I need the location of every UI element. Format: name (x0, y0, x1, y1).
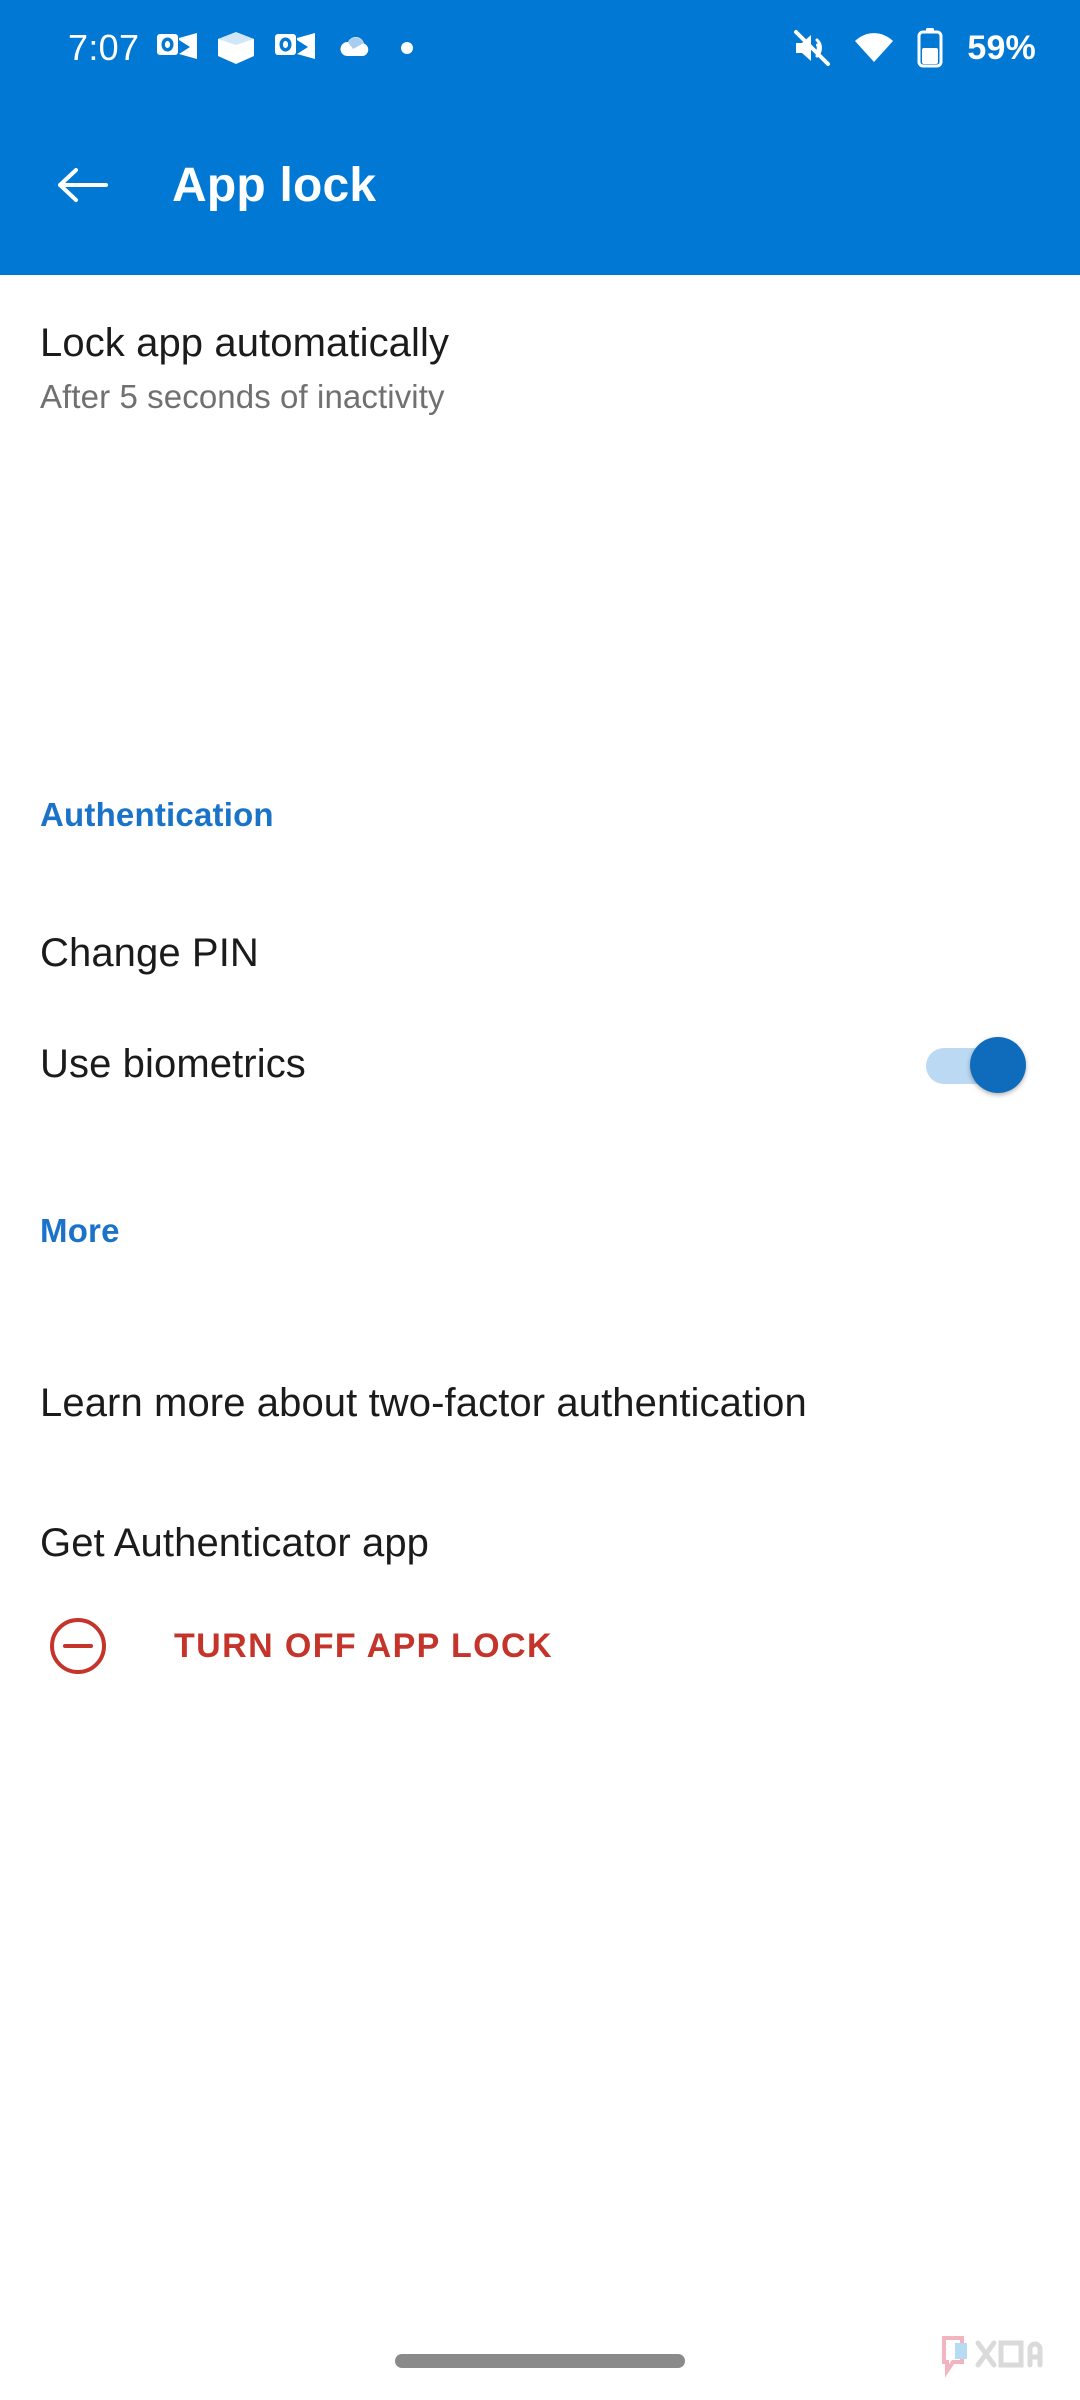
wifi-icon (855, 32, 894, 62)
setting-row-auto-lock[interactable]: Lock app automatically After 5 seconds o… (0, 320, 1080, 440)
page-title: App lock (172, 158, 377, 212)
get-authenticator-text: Get Authenticator app (40, 1520, 1036, 1567)
status-bar: 7:07 59% (0, 0, 1080, 95)
status-bar-clock: 7:07 (68, 26, 140, 68)
app-bar: App lock (0, 95, 1080, 275)
back-arrow-icon (58, 168, 108, 202)
auto-lock-text: Lock app automatically After 5 seconds o… (40, 320, 1036, 417)
status-bar-right: 59% (791, 27, 1036, 68)
minus-circle-icon (50, 1618, 106, 1674)
learn-more-label: Learn more about two-factor authenticati… (40, 1381, 807, 1426)
get-authenticator-label: Get Authenticator app (40, 1521, 430, 1566)
auto-lock-title: Lock app automatically (40, 321, 450, 365)
back-button[interactable] (28, 131, 136, 239)
change-pin-label: Change PIN (40, 931, 259, 976)
battery-icon (917, 27, 943, 67)
toggle-thumb (970, 1037, 1026, 1093)
notification-dot-icon (401, 41, 414, 54)
outlook-icon (275, 32, 316, 59)
setting-row-use-biometrics[interactable]: Use biometrics (0, 1005, 1080, 1125)
use-biometrics-toggle[interactable] (926, 1037, 1028, 1093)
setting-row-change-pin[interactable]: Change PIN (0, 915, 1080, 993)
status-bar-left: 7:07 (68, 26, 791, 68)
xda-watermark (942, 2336, 1043, 2378)
onedrive-cloud-icon (340, 36, 369, 56)
use-biometrics-text: Use biometrics (40, 1041, 926, 1088)
change-pin-text: Change PIN (40, 930, 1036, 977)
status-bar-notification-icons (157, 31, 415, 65)
phone-screen: 7:07 59% App lock Lock app automatically… (0, 0, 1080, 2400)
learn-more-text: Learn more about two-factor authenticati… (40, 1380, 1036, 1427)
office-cube-icon (218, 31, 255, 64)
outlook-icon (157, 32, 198, 59)
auto-lock-subtitle: After 5 seconds of inactivity (40, 378, 445, 416)
use-biometrics-label: Use biometrics (40, 1042, 306, 1087)
battery-percentage: 59% (967, 28, 1036, 67)
mute-icon (794, 29, 831, 66)
section-header-authentication: Authentication (40, 796, 274, 833)
settings-content: Lock app automatically After 5 seconds o… (0, 275, 1080, 2400)
home-gesture-pill[interactable] (395, 2354, 685, 2368)
turn-off-app-lock-label: TURN OFF APP LOCK (174, 1626, 553, 1665)
section-header-more: More (40, 1212, 120, 1249)
setting-row-get-authenticator-app[interactable]: Get Authenticator app (0, 1505, 1080, 1583)
navigation-bar (0, 2310, 1080, 2400)
setting-row-learn-more-2fa[interactable]: Learn more about two-factor authenticati… (0, 1365, 1080, 1443)
turn-off-app-lock-button[interactable]: TURN OFF APP LOCK (0, 1600, 1080, 1692)
